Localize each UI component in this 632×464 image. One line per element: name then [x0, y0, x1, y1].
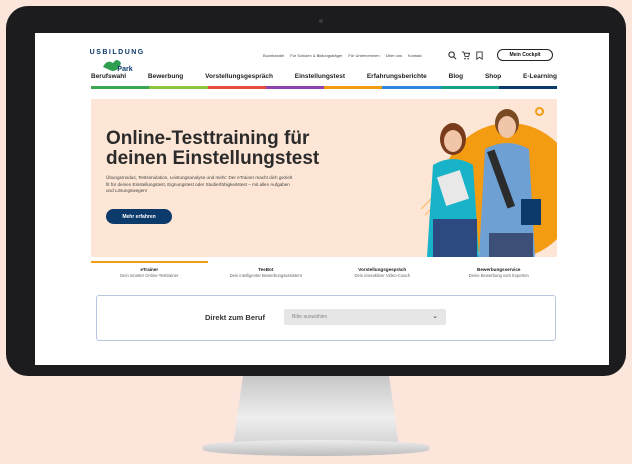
top-links: Buchhandel Für Schulen & Bildungsträger … — [263, 53, 422, 58]
tab-subtitle: Dein intelligenter Bewerbungsassistent — [229, 273, 302, 278]
cart-icon[interactable] — [461, 51, 470, 60]
nav-bar-segment — [149, 86, 208, 89]
svg-text:AUSBILDUNGS: AUSBILDUNGS — [89, 49, 145, 56]
monitor-stand-base — [203, 440, 429, 456]
tab-vorstellungsgespraech[interactable]: Vorstellungsgespräch Dein interaktiver V… — [324, 261, 441, 285]
beruf-search-box: Direkt zum Beruf Bitte auswählen ⌄ — [96, 295, 556, 341]
students-illustration — [420, 109, 557, 257]
chevron-down-icon: ⌄ — [432, 313, 438, 320]
top-link-buchhandel[interactable]: Buchhandel — [263, 53, 284, 58]
accessibility-icon[interactable] — [535, 107, 544, 116]
hero-banner: Online-Testtraining für deinen Einstellu… — [91, 99, 557, 257]
svg-text:Park: Park — [117, 66, 132, 73]
main-nav: Berufswahl Bewerbung Vorstellungsgespräc… — [91, 73, 557, 80]
nav-item-bewerbung[interactable]: Bewerbung — [148, 73, 183, 80]
top-link-kontakt[interactable]: Kontakt — [408, 53, 422, 58]
nav-item-vorstellungsgespraech[interactable]: Vorstellungsgespräch — [205, 73, 273, 80]
top-link-ueber-uns[interactable]: Über uns — [386, 53, 402, 58]
hero-description: Übungsmodus, Testsimulation, Leistungsan… — [106, 175, 293, 193]
tab-subtitle: Deine Bewerbung vom Experten — [468, 273, 529, 278]
mehr-erfahren-button[interactable]: Mehr erfahren — [106, 209, 172, 224]
nav-bar-segment — [324, 86, 383, 89]
beruf-label: Direkt zum Beruf — [205, 313, 266, 322]
nav-item-erfahrungsberichte[interactable]: Erfahrungsberichte — [367, 73, 427, 80]
tab-title: eTrainer — [140, 267, 159, 272]
browser-screen: AUSBILDUNGS Park Buchhandel Für Schulen … — [35, 33, 609, 365]
nav-color-bar — [91, 86, 557, 89]
top-link-schulen[interactable]: Für Schulen & Bildungsträger — [290, 53, 342, 58]
beruf-select-value: Bitte auswählen — [292, 314, 328, 320]
beruf-select[interactable]: Bitte auswählen ⌄ — [284, 309, 446, 325]
nav-bar-segment — [382, 86, 441, 89]
nav-bar-segment — [440, 86, 499, 89]
tab-title: TesBot — [258, 267, 274, 272]
tab-title: Vorstellungsgespräch — [358, 267, 407, 272]
hero-title: Online-Testtraining für deinen Einstellu… — [106, 128, 320, 169]
tab-subtitle: Dein interaktiver Video-Coach — [354, 273, 411, 278]
bookmark-icon[interactable] — [475, 51, 484, 60]
nav-bar-segment — [265, 86, 324, 89]
camera-dot — [319, 19, 323, 23]
nav-item-blog[interactable]: Blog — [449, 73, 463, 80]
tab-tesbot[interactable]: TesBot Dein intelligenter Bewerbungsassi… — [208, 261, 325, 285]
tab-subtitle: Dein smarter Online-Testtrainer — [120, 273, 179, 278]
nav-item-einstellungstest[interactable]: Einstellungstest — [295, 73, 345, 80]
tab-bewerbungsservice[interactable]: Bewerbungsservice Deine Bewerbung vom Ex… — [441, 261, 558, 285]
nav-bar-segment — [91, 86, 150, 89]
nav-item-elearning[interactable]: E-Learning — [523, 73, 557, 80]
monitor-bezel: AUSBILDUNGS Park Buchhandel Für Schulen … — [6, 6, 626, 376]
feature-tabs: eTrainer Dein smarter Online-Testtrainer… — [91, 261, 557, 285]
tab-title: Bewerbungsservice — [477, 267, 521, 272]
nav-bar-segment — [207, 86, 266, 89]
search-icon[interactable] — [448, 51, 457, 60]
monitor-stand-neck — [233, 376, 399, 446]
top-link-unternehmen[interactable]: Für Unternehmen — [348, 53, 379, 58]
nav-item-berufswahl[interactable]: Berufswahl — [91, 73, 126, 80]
tab-etrainer[interactable]: eTrainer Dein smarter Online-Testtrainer — [91, 261, 208, 285]
nav-item-shop[interactable]: Shop — [485, 73, 501, 80]
mein-cockpit-button[interactable]: Mein Cockpit — [497, 49, 553, 61]
nav-bar-segment — [498, 86, 557, 89]
